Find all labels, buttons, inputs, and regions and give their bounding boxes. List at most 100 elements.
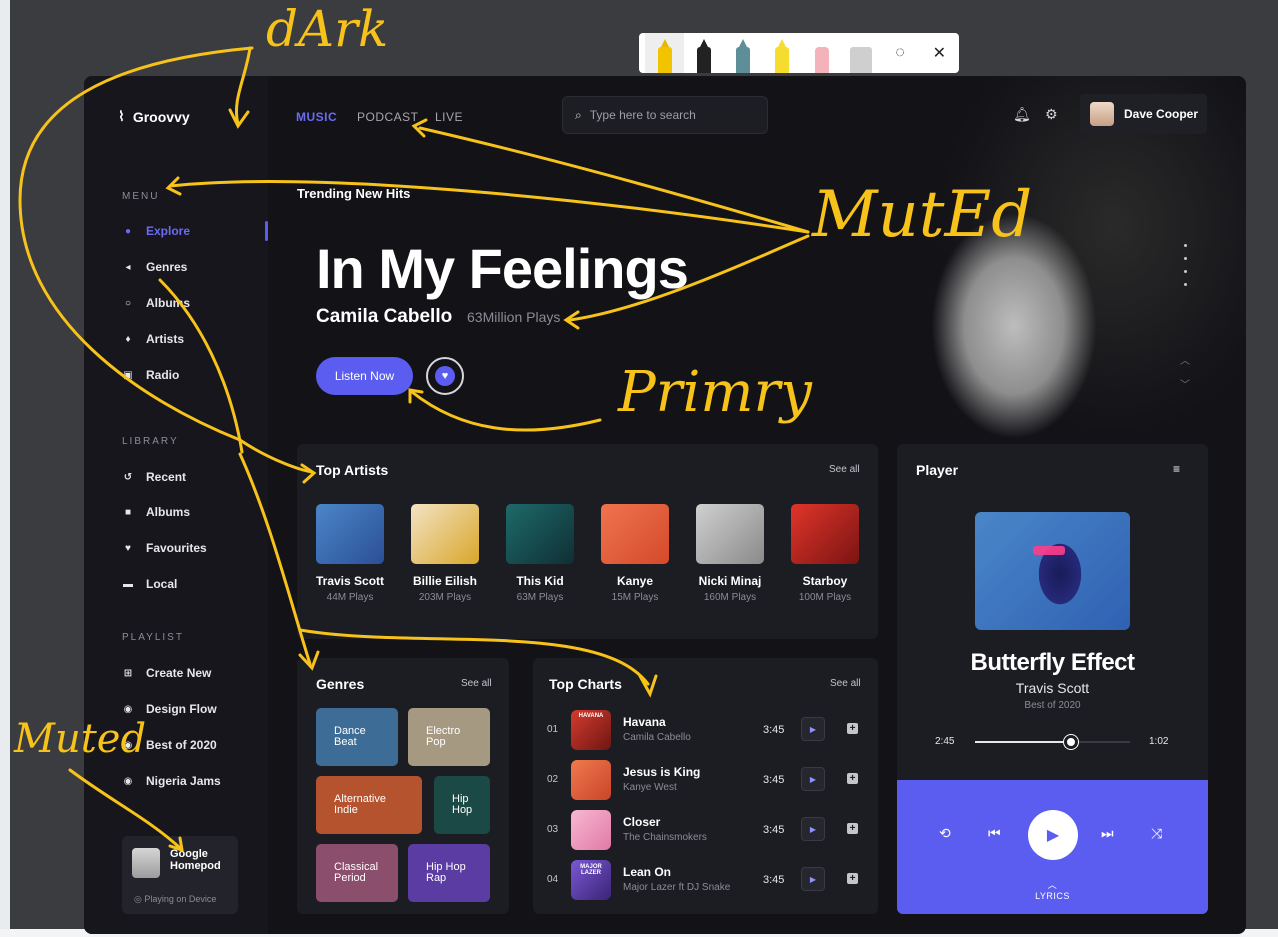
- sidebar-item-genres[interactable]: ◂ Genres: [122, 260, 187, 274]
- highlighter-tool[interactable]: [763, 33, 802, 73]
- artist-photo: [506, 504, 574, 564]
- sidebar-item-design-flow[interactable]: ◉ Design Flow: [122, 702, 217, 716]
- player-panel: Player ≡ Butterfly Effect Travis Scott B…: [897, 444, 1208, 914]
- sidebar-item-artists[interactable]: ♦ Artists: [122, 332, 184, 346]
- artist-card[interactable]: This Kid 63M Plays: [505, 504, 575, 603]
- chart-cover: MAJOR LAZER: [571, 860, 611, 900]
- artist-name: Starboy: [802, 574, 848, 588]
- chart-title: Jesus is King: [623, 765, 701, 779]
- search-icon: ⌕: [575, 107, 582, 122]
- genre-tile[interactable]: Electro Pop: [408, 708, 490, 766]
- pencil-yellow-tool[interactable]: [645, 33, 685, 73]
- artist-name: Travis Scott: [315, 574, 385, 588]
- favourite-button[interactable]: ♥: [426, 357, 464, 395]
- artist-plays: 63M Plays: [516, 592, 564, 603]
- sidebar-item-best-of-2020[interactable]: ◉ Best of 2020: [122, 738, 217, 752]
- speaker-image: [132, 848, 160, 878]
- play-icon[interactable]: ▶: [801, 817, 825, 841]
- brand[interactable]: ⌇ Groovvy: [118, 108, 190, 125]
- device-name: Google Homepod: [170, 848, 221, 872]
- genre-tile[interactable]: Classical Period: [316, 844, 398, 902]
- sidebar-item-favourites[interactable]: ♥ Favourites: [122, 541, 207, 555]
- queue-icon[interactable]: ≡: [1173, 462, 1180, 476]
- chart-cover: [571, 810, 611, 850]
- search-input[interactable]: [589, 108, 750, 122]
- tab-music[interactable]: MUSIC: [296, 110, 337, 124]
- genre-tile[interactable]: Hip Hop: [434, 776, 490, 834]
- playlist-icon: ◉: [123, 739, 133, 751]
- sidebar-item-local[interactable]: ▬ Local: [122, 577, 177, 591]
- chart-row[interactable]: 01 HAVANA Havana Camila Cabello 3:45 ▶ +: [547, 708, 877, 752]
- lyrics-toggle[interactable]: ︿ LYRICS: [897, 878, 1208, 901]
- radio-icon: ▣: [123, 369, 133, 381]
- chevron-down-icon[interactable]: ﹀: [1180, 376, 1190, 391]
- genre-tile[interactable]: Dance Beat: [316, 708, 398, 766]
- artist-card[interactable]: Starboy 100M Plays: [790, 504, 860, 603]
- genres-title: Genres: [316, 676, 365, 692]
- listen-now-button[interactable]: Listen Now: [316, 357, 413, 395]
- notification-icon[interactable]: 🔔︎: [1013, 106, 1031, 123]
- device-card[interactable]: Google Homepod ◎ Playing on Device: [122, 836, 238, 914]
- lyrics-label: LYRICS: [1035, 891, 1070, 901]
- sidebar-item-albums[interactable]: ○ Albums: [122, 296, 190, 310]
- top-charts-see-all[interactable]: See all: [830, 678, 861, 689]
- add-icon[interactable]: +: [847, 723, 858, 734]
- artist-card[interactable]: Kanye 15M Plays: [600, 504, 670, 603]
- genre-tile[interactable]: Alternative Indie: [316, 776, 422, 834]
- artist-card[interactable]: Billie Eilish 203M Plays: [410, 504, 480, 603]
- chart-row[interactable]: 02 Jesus is King Kanye West 3:45 ▶ +: [547, 758, 877, 802]
- progress-handle[interactable]: [1064, 735, 1079, 749]
- chart-title: Closer: [623, 815, 661, 829]
- close-icon[interactable]: ✕: [920, 33, 959, 73]
- play-icon[interactable]: ▶: [801, 717, 825, 741]
- chart-rank: 02: [547, 774, 559, 785]
- sidebar-item-nigeria-jams[interactable]: ◉ Nigeria Jams: [122, 774, 221, 788]
- sidebar-item-create-new[interactable]: ⊞ Create New: [122, 666, 212, 680]
- artist-card[interactable]: Nicki Minaj 160M Plays: [695, 504, 765, 603]
- device-status-text: Playing on Device: [144, 894, 217, 904]
- add-icon[interactable]: +: [847, 823, 858, 834]
- previous-icon[interactable]: ⏮︎: [988, 825, 1001, 842]
- genre-tile[interactable]: Hip Hop Rap: [408, 844, 490, 902]
- sidebar-item-library-albums[interactable]: ■ Albums: [122, 505, 190, 519]
- pen-black-tool[interactable]: [684, 33, 723, 73]
- top-charts-title: Top Charts: [549, 676, 622, 692]
- chart-row[interactable]: 03 Closer The Chainsmokers 3:45 ▶ +: [547, 808, 877, 852]
- user-profile[interactable]: Dave Cooper: [1080, 94, 1207, 134]
- hero-pagination-dots[interactable]: [1184, 244, 1187, 286]
- top-artists-panel: Top Artists See all Travis Scott 44M Pla…: [297, 444, 878, 639]
- sidebar-item-label: Recent: [146, 470, 187, 484]
- sidebar-item-label: Genres: [146, 260, 188, 274]
- pen-teal-tool[interactable]: [724, 33, 763, 73]
- music-app: ⌇ Groovvy MENU ● Explore ◂ Genres ○ Albu…: [84, 76, 1246, 934]
- chart-row[interactable]: 04 MAJOR LAZER Lean On Major Lazer ft DJ…: [547, 858, 877, 902]
- chart-cover-text: HAVANA: [578, 713, 604, 719]
- eraser-tool[interactable]: [802, 33, 841, 73]
- chevron-up-icon[interactable]: ︿: [1180, 352, 1190, 367]
- ruler-tool[interactable]: [841, 33, 880, 73]
- next-icon[interactable]: ⏭︎: [1101, 825, 1114, 842]
- gear-icon[interactable]: ⚙: [1045, 106, 1058, 123]
- genre-name-line2: Beat: [334, 736, 357, 748]
- top-artists-see-all[interactable]: See all: [829, 464, 860, 475]
- artist-card[interactable]: Travis Scott 44M Plays: [315, 504, 385, 603]
- sidebar-item-radio[interactable]: ▣ Radio: [122, 368, 179, 382]
- genres-see-all[interactable]: See all: [461, 678, 492, 689]
- genres-panel: Genres See all Dance Beat Electro Pop Alte…: [297, 658, 509, 914]
- sidebar-item-explore[interactable]: ● Explore: [122, 224, 190, 238]
- tab-podcast[interactable]: PODCAST: [357, 110, 419, 124]
- progress-slider[interactable]: [975, 735, 1130, 749]
- play-button[interactable]: ▶: [1028, 810, 1078, 860]
- lasso-icon[interactable]: ◌: [881, 33, 920, 73]
- add-icon[interactable]: +: [847, 773, 858, 784]
- search-box[interactable]: ⌕: [562, 96, 768, 134]
- sidebar-item-recent[interactable]: ↺ Recent: [122, 470, 186, 484]
- shuffle-icon[interactable]: ⤨: [1151, 825, 1162, 842]
- play-icon[interactable]: ▶: [801, 867, 825, 891]
- play-icon[interactable]: ▶: [801, 767, 825, 791]
- add-icon[interactable]: +: [847, 873, 858, 884]
- sidebar-item-label: Radio: [146, 368, 180, 382]
- repeat-icon[interactable]: ⟲: [939, 825, 951, 842]
- hero-plays: 63Million Plays: [467, 309, 561, 325]
- tab-live[interactable]: LIVE: [435, 110, 463, 124]
